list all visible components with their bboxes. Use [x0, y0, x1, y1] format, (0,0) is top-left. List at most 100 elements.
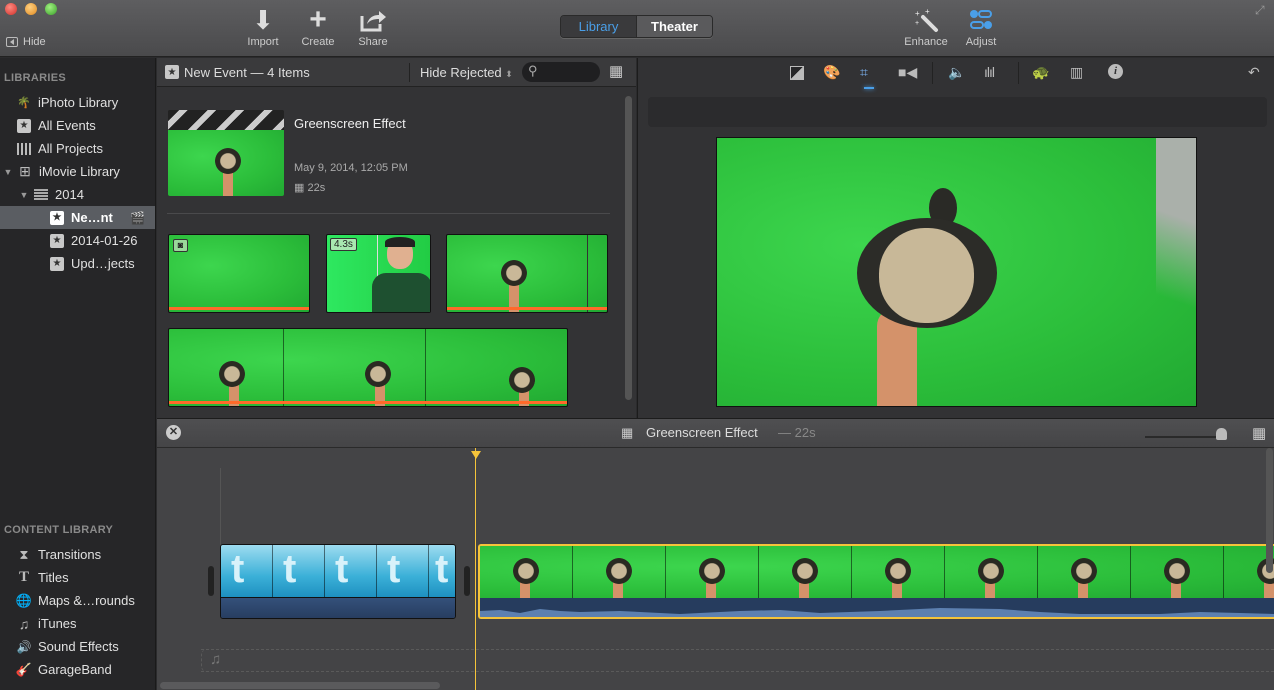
calendar-icon: [34, 189, 48, 200]
clip-thumbnail[interactable]: ◙: [168, 234, 310, 313]
zoom-slider[interactable]: [1145, 436, 1225, 438]
sidebar-item-updated-projects[interactable]: ★ Upd…jects: [0, 252, 155, 275]
filmstrip-settings-icon[interactable]: ▦: [1252, 424, 1266, 442]
divider: [167, 213, 610, 214]
film-icon: ▦: [294, 182, 305, 194]
disclosure-triangle-icon[interactable]: ▼: [18, 190, 30, 200]
audio-waveform: [480, 608, 1274, 617]
import-button[interactable]: ⬇ Import: [238, 6, 288, 48]
tab-library[interactable]: Library: [561, 16, 636, 37]
equalizer-icon[interactable]: ılıl: [984, 64, 995, 80]
plus-icon: +: [309, 3, 327, 36]
minimize-window-button[interactable]: [25, 3, 37, 15]
video-clip-selected[interactable]: [478, 544, 1274, 619]
clip-duration-badge: 4.3s: [330, 238, 357, 251]
sidebar-item-itunes[interactable]: ♫ iTunes: [0, 612, 155, 635]
clip-trim-handle[interactable]: [464, 566, 470, 596]
sidebar-item-sound-effects[interactable]: 🔊 Sound Effects: [0, 635, 155, 658]
event-browser: ★ New Event — 4 Items Hide Rejected ⬍ ⚲ …: [157, 58, 636, 418]
sidebar-item-new-event[interactable]: ★ Ne…nt 🎬: [0, 206, 155, 229]
transitions-icon: ⧗: [19, 546, 29, 562]
event-title: New Event — 4 Items: [184, 65, 310, 80]
project-duration: ▦ 22s: [294, 182, 326, 194]
project-thumbnail[interactable]: [168, 110, 284, 196]
disclosure-triangle-icon[interactable]: ▼: [2, 167, 14, 177]
clip-trim-handle[interactable]: [208, 566, 214, 596]
sidebar-item-imovie-library[interactable]: ▼ ⊞ iMovie Library: [0, 160, 155, 183]
sidebar-item-titles[interactable]: T Titles: [0, 566, 155, 589]
crop-icon[interactable]: ⌗: [860, 64, 868, 81]
hide-libraries-button[interactable]: Hide: [6, 36, 46, 48]
clip-thumbnail[interactable]: 4.3s: [326, 234, 431, 313]
camera-icon: ◙: [173, 239, 188, 252]
timeline-duration: — 22s: [778, 425, 816, 440]
star-icon: ★: [50, 233, 64, 248]
clip-filter-icon[interactable]: ▥: [1070, 64, 1083, 81]
color-palette-icon[interactable]: 🎨: [823, 64, 840, 81]
playhead-handle[interactable]: [471, 451, 481, 459]
svg-text:+: +: [915, 9, 920, 18]
sidebar-item-iphoto-library[interactable]: 🌴 iPhoto Library: [0, 91, 155, 114]
libraries-sidebar: LIBRARIES 🌴 iPhoto Library ★ All Events Al…: [0, 58, 156, 690]
create-button[interactable]: + Create: [293, 3, 343, 49]
timeline-horizontal-scrollbar[interactable]: [160, 682, 440, 689]
magic-wand-icon: + + +: [901, 6, 951, 34]
grid-icon: ⊞: [19, 163, 31, 179]
sidebar-item-2014[interactable]: ▼ 2014: [0, 183, 155, 206]
adjust-button[interactable]: Adjust: [956, 6, 1006, 48]
sidebar-item-2014-01-26[interactable]: ★ 2014-01-26: [0, 229, 155, 252]
viewer: 🎨 ⌗ ■◀ 🔈 ılıl 🐢 ▥ i ↶: [637, 58, 1274, 418]
close-timeline-icon[interactable]: ✕: [166, 425, 181, 440]
palm-tree-icon: 🌴: [17, 97, 31, 109]
volume-icon[interactable]: 🔈: [948, 64, 965, 81]
svg-text:+: +: [915, 20, 919, 27]
zoom-window-button[interactable]: [45, 3, 57, 15]
video-preview[interactable]: [716, 137, 1197, 407]
enhance-button[interactable]: + + + Enhance: [901, 6, 951, 48]
sidebar-item-maps-backgrounds[interactable]: 🌐 Maps &…rounds: [0, 589, 155, 612]
color-balance-icon[interactable]: [790, 66, 804, 80]
clip-thumbnail[interactable]: [168, 328, 568, 407]
timeline-project-title: Greenscreen Effect: [646, 425, 758, 440]
stabilization-camera-icon[interactable]: ■◀: [898, 64, 917, 81]
twitter-logo-icon: t: [231, 547, 245, 591]
sidebar-item-all-projects[interactable]: All Projects: [0, 137, 155, 160]
tab-theater[interactable]: Theater: [636, 16, 712, 37]
close-window-button[interactable]: [5, 3, 17, 15]
content-library-header: CONTENT LIBRARY: [4, 524, 114, 536]
playhead[interactable]: [475, 448, 476, 690]
undo-arrow-icon[interactable]: ↶: [1248, 64, 1260, 81]
project-date: May 9, 2014, 12:05 PM: [294, 162, 408, 174]
title-clip[interactable]: t t t t t: [220, 544, 456, 619]
sidebar-item-all-events[interactable]: ★ All Events: [0, 114, 155, 137]
zoom-slider-knob[interactable]: [1216, 428, 1227, 440]
project-title: Greenscreen Effect: [294, 116, 406, 131]
timeline-header: ✕ ▦ Greenscreen Effect — 22s ▦: [157, 418, 1274, 448]
clapper-icon: 🎬: [130, 210, 145, 225]
share-icon: [348, 6, 398, 34]
search-input[interactable]: ⚲: [522, 62, 600, 82]
libraries-header: LIBRARIES: [4, 72, 66, 84]
sidebar-item-transitions[interactable]: ⧗ Transitions: [0, 543, 155, 566]
info-icon[interactable]: i: [1108, 64, 1123, 79]
speaker-icon: 🔊: [16, 639, 32, 654]
clip-thumbnail[interactable]: [446, 234, 608, 313]
star-icon: ★: [50, 210, 64, 225]
filmstrip-settings-icon[interactable]: ▦: [609, 62, 623, 80]
view-mode-segmented-control: Library Theater: [560, 15, 713, 38]
browser-header: ★ New Event — 4 Items Hide Rejected ⬍ ⚲ …: [157, 58, 636, 87]
speed-turtle-icon[interactable]: 🐢: [1032, 64, 1049, 81]
search-icon: ⚲: [528, 63, 538, 78]
titles-icon: T: [18, 569, 29, 585]
hide-rejected-dropdown[interactable]: Hide Rejected ⬍: [420, 65, 513, 80]
active-indicator: [864, 87, 874, 89]
timeline: t t t t t ♫: [157, 448, 1274, 690]
star-icon: ★: [17, 118, 31, 133]
sidebar-item-garageband[interactable]: 🎸 GarageBand: [0, 658, 155, 681]
fullscreen-icon[interactable]: ⤢: [1255, 3, 1265, 18]
clapper-icon: [17, 142, 31, 155]
download-arrow-icon: ⬇: [252, 5, 274, 35]
share-button[interactable]: Share: [348, 6, 398, 48]
browser-scrollbar[interactable]: [625, 96, 632, 400]
timeline-vertical-scrollbar[interactable]: [1266, 448, 1273, 573]
